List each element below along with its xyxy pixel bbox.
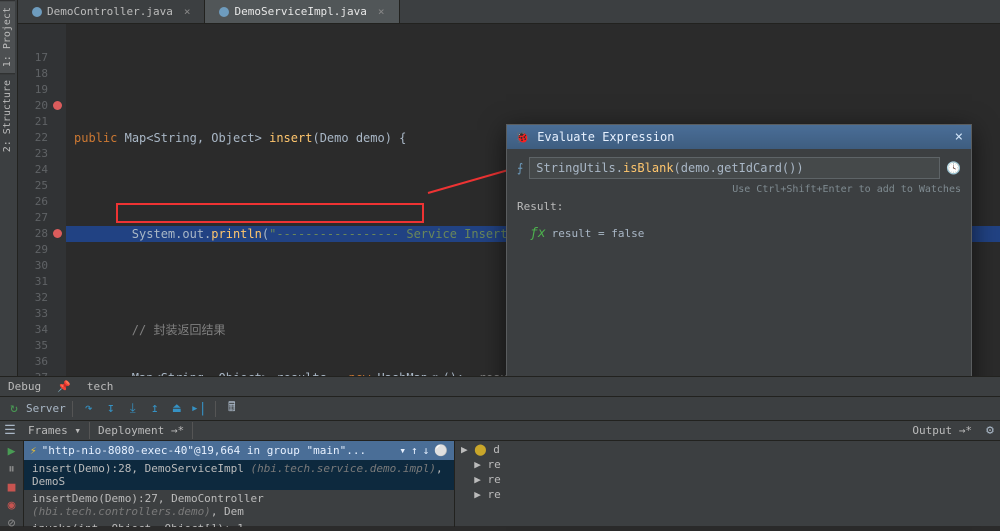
boolean-icon: ƒx xyxy=(530,226,546,241)
stop-icon[interactable]: ■ xyxy=(2,480,22,495)
run-to-cursor-icon[interactable]: ▸| xyxy=(189,399,209,419)
expression-input[interactable]: StringUtils.isBlank(demo.getIdCard()) xyxy=(529,157,940,179)
resume-icon[interactable]: ▶ xyxy=(2,444,22,459)
debug-tool-window: Debug 📌 tech ↻ Server ↷ ↧ ⤓ ↥ ⏏ ▸| 🖩 ☰ F… xyxy=(0,376,1000,526)
stack-frame[interactable]: insertDemo(Demo):27, DemoController (hbi… xyxy=(24,490,454,520)
java-class-icon xyxy=(32,7,42,17)
output-tab[interactable]: Output →* xyxy=(904,422,980,439)
settings-icon[interactable]: ⚙ xyxy=(980,421,1000,441)
tab-demo-service-impl[interactable]: DemoServiceImpl.java × xyxy=(205,0,399,23)
side-tab-project[interactable]: 1: Project xyxy=(0,0,15,73)
output-panel[interactable]: ▶ ⬤ d ▶ re ▶ re ▶ re xyxy=(454,441,1000,527)
rerun-icon[interactable]: ↻ xyxy=(4,399,24,419)
filter-icon[interactable]: ⚪ xyxy=(434,444,448,457)
dialog-hint: Use Ctrl+Shift+Enter to add to Watches xyxy=(517,184,961,195)
editor-tabs: DemoController.java × DemoServiceImpl.ja… xyxy=(18,0,1000,24)
tab-tech[interactable]: tech xyxy=(83,378,118,395)
mute-breakpoints-icon[interactable]: ⊘ xyxy=(2,516,22,531)
frames-panel[interactable]: ⚡ "http-nio-8080-exec-40"@19,664 in grou… xyxy=(24,441,454,527)
debug-left-toolbar: ▶ ⏸ ■ ◉ ⊘ xyxy=(0,441,24,527)
debug-toolbar: ↻ Server ↷ ↧ ⤓ ↥ ⏏ ▸| 🖩 xyxy=(0,397,1000,421)
step-over-icon[interactable]: ↷ xyxy=(79,399,99,419)
prev-frame-icon[interactable]: ↑ xyxy=(411,444,418,457)
expression-icon: ⨍ xyxy=(517,161,523,175)
view-breakpoints-icon[interactable]: ◉ xyxy=(2,498,22,513)
result-text: result = false xyxy=(552,227,645,240)
deployment-tab[interactable]: Deployment →* xyxy=(90,422,193,439)
close-icon[interactable]: × xyxy=(184,5,191,18)
side-tab-structure[interactable]: 2: Structure xyxy=(0,73,15,158)
tab-label: DemoController.java xyxy=(47,5,173,18)
stack-frame[interactable]: insert(Demo):28, DemoServiceImpl (hbi.te… xyxy=(24,460,454,490)
pin-icon[interactable]: 📌 xyxy=(53,378,75,395)
tab-demo-controller[interactable]: DemoController.java × xyxy=(18,0,205,23)
frames-tab[interactable]: Frames ▾ xyxy=(20,422,90,439)
next-frame-icon[interactable]: ↓ xyxy=(423,444,430,457)
history-icon[interactable]: 🕓 xyxy=(946,161,961,175)
gutter[interactable]: 1718192021222324252627282930313233343536… xyxy=(18,24,66,376)
close-icon[interactable]: × xyxy=(955,129,963,145)
pause-icon[interactable]: ⏸ xyxy=(2,462,22,477)
step-into-icon[interactable]: ↧ xyxy=(101,399,121,419)
thread-selector[interactable]: ⚡ "http-nio-8080-exec-40"@19,664 in grou… xyxy=(24,441,454,460)
dialog-title: Evaluate Expression xyxy=(537,130,674,144)
result-row[interactable]: ƒx result = false xyxy=(522,223,956,244)
dialog-titlebar[interactable]: 🐞 Evaluate Expression × xyxy=(507,125,971,149)
force-step-into-icon[interactable]: ⤓ xyxy=(123,399,143,419)
server-label[interactable]: Server xyxy=(26,399,66,419)
debug-icon: 🐞 xyxy=(515,130,530,144)
thread-icon: ⚡ xyxy=(30,444,37,457)
restore-layout-icon[interactable]: ☰ xyxy=(0,421,20,441)
close-icon[interactable]: × xyxy=(378,5,385,18)
debug-tabs: Debug 📌 tech xyxy=(0,377,1000,397)
left-tool-stripe: 1: Project 2: Structure xyxy=(0,0,18,376)
evaluate-expression-icon[interactable]: 🖩 xyxy=(222,399,242,419)
thread-name: "http-nio-8080-exec-40"@19,664 in group … xyxy=(42,444,367,457)
tab-label: DemoServiceImpl.java xyxy=(234,5,366,18)
step-out-icon[interactable]: ↥ xyxy=(145,399,165,419)
debug-subtabs: ☰ Frames ▾ Deployment →* Output →* ⚙ xyxy=(0,421,1000,441)
drop-frame-icon[interactable]: ⏏ xyxy=(167,399,187,419)
tab-debug[interactable]: Debug xyxy=(4,378,45,395)
result-label: Result: xyxy=(517,200,961,213)
java-class-icon xyxy=(219,7,229,17)
